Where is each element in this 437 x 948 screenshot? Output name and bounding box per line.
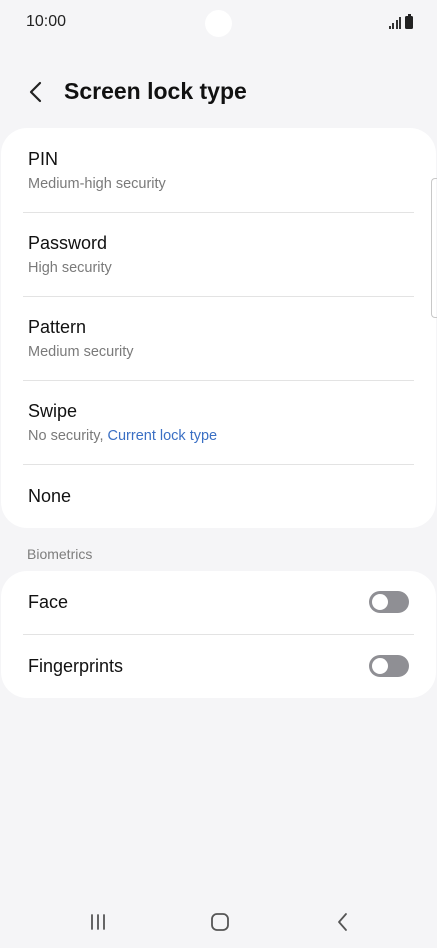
header: Screen lock type — [0, 70, 437, 114]
recents-icon — [91, 914, 105, 930]
section-label-biometrics: Biometrics — [27, 546, 93, 562]
lock-option-subtitle-text: No security, — [28, 428, 108, 444]
lock-option-title: Swipe — [28, 401, 78, 421]
scrollbar[interactable] — [431, 178, 437, 318]
home-button[interactable] — [205, 909, 235, 935]
lock-option-subtitle: No security, Current lock type — [28, 428, 217, 444]
face-toggle[interactable] — [369, 591, 409, 613]
status-bar: 10:00 — [0, 0, 437, 46]
lock-option-swipe[interactable]: Swipe No security, Current lock type — [1, 381, 436, 464]
lock-option-pin[interactable]: PIN Medium-high security — [1, 128, 436, 212]
fingerprints-toggle[interactable] — [369, 655, 409, 677]
lock-option-password[interactable]: Password High security — [1, 213, 436, 296]
screen: 10:00 Screen lock type PIN Medium-high s… — [0, 0, 437, 948]
back-nav-icon — [338, 913, 347, 931]
back-nav-button[interactable] — [328, 909, 358, 935]
signal-icon — [388, 17, 401, 29]
biometric-item-fingerprints[interactable]: Fingerprints — [1, 635, 436, 698]
navigation-bar — [0, 895, 437, 948]
current-lock-type-label: Current lock type — [107, 428, 218, 444]
lock-option-none[interactable]: None — [1, 465, 436, 528]
back-button[interactable] — [20, 76, 52, 108]
chevron-left-icon — [29, 81, 42, 103]
home-icon — [211, 913, 229, 931]
camera-cutout — [205, 10, 232, 37]
lock-option-subtitle: Medium security — [28, 344, 134, 360]
lock-option-title: PIN — [28, 149, 59, 169]
biometric-item-title: Fingerprints — [28, 656, 124, 676]
status-time: 10:00 — [26, 13, 67, 30]
lock-option-pattern[interactable]: Pattern Medium security — [1, 297, 436, 380]
toggle-knob — [372, 658, 388, 674]
lock-option-subtitle: High security — [28, 260, 112, 276]
biometrics-list: Face Fingerprints — [1, 571, 436, 698]
lock-option-title: None — [28, 486, 72, 506]
recents-button[interactable] — [83, 909, 113, 935]
page-title: Screen lock type — [64, 78, 247, 104]
lock-option-title: Password — [28, 233, 108, 253]
toggle-knob — [372, 594, 388, 610]
lock-option-title: Pattern — [28, 317, 87, 337]
battery-icon — [405, 14, 413, 29]
lock-option-subtitle: Medium-high security — [28, 176, 166, 192]
biometric-item-title: Face — [28, 592, 69, 612]
status-icons — [388, 14, 413, 29]
biometric-item-face[interactable]: Face — [1, 571, 436, 634]
lock-type-list: PIN Medium-high security Password High s… — [1, 128, 436, 528]
